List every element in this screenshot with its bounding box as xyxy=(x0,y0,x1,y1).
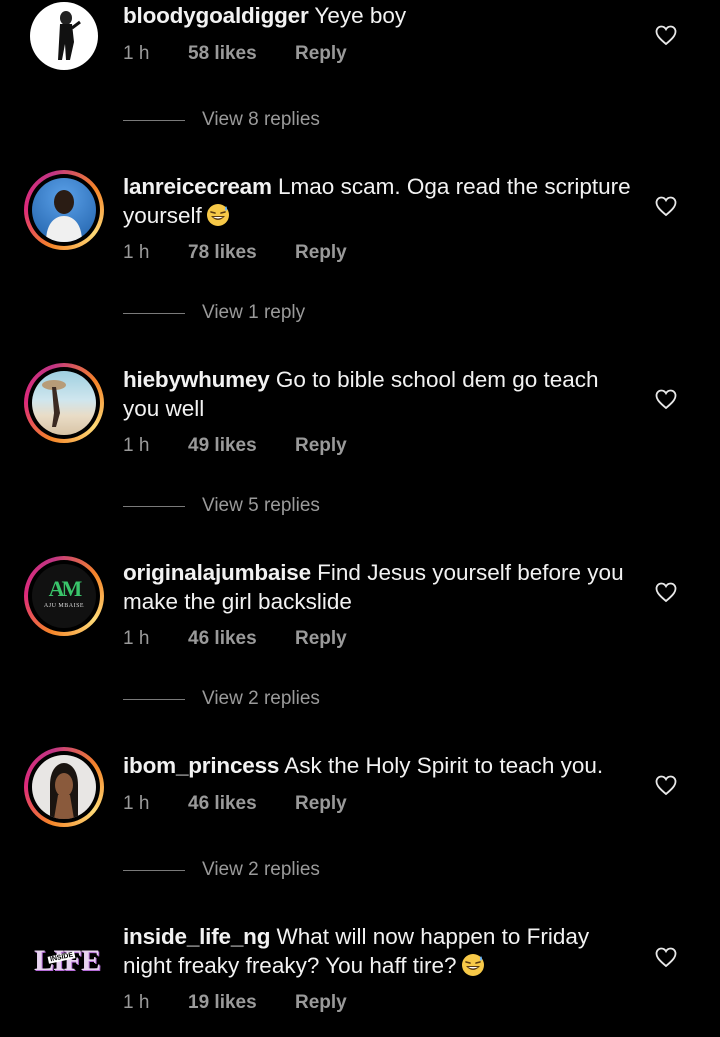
avatar-photo: LIFE INSIDE xyxy=(30,930,101,998)
comment-text: inside_life_ng What will now happen to F… xyxy=(123,923,633,980)
comment-time: 1 h xyxy=(123,43,150,64)
avatar[interactable] xyxy=(24,0,104,76)
view-replies-button[interactable]: View 2 replies xyxy=(123,688,320,710)
avatar-gap xyxy=(28,367,100,439)
divider xyxy=(123,119,185,121)
comment-likes[interactable]: 46 likes xyxy=(188,628,295,650)
heart-outline-icon[interactable] xyxy=(654,945,678,969)
avatar-photo: AM AJU MBAISE xyxy=(32,564,96,628)
comment-text: bloodygoaldigger Yeye boy xyxy=(123,2,633,31)
view-replies-label: View 8 replies xyxy=(202,109,320,130)
comment-username[interactable]: bloodygoaldigger xyxy=(123,3,309,28)
reply-button[interactable]: Reply xyxy=(295,43,347,65)
heart-outline-icon[interactable] xyxy=(654,387,678,411)
divider xyxy=(123,698,185,700)
comment-text: ibom_princess Ask the Holy Spirit to tea… xyxy=(123,752,633,781)
avatar[interactable]: AM AJU MBAISE xyxy=(24,556,104,636)
comment-likes[interactable]: 78 likes xyxy=(188,242,295,264)
view-replies-label: View 5 replies xyxy=(202,495,320,516)
heart-outline-icon[interactable] xyxy=(654,773,678,797)
grinning-sweat-emoji xyxy=(461,953,484,976)
avatar-gap xyxy=(28,174,100,246)
comment-meta: 1 h 46 likes Reply xyxy=(123,791,347,817)
comment-likes[interactable]: 46 likes xyxy=(188,793,295,815)
reply-button[interactable]: Reply xyxy=(295,628,347,650)
comment-likes[interactable]: 49 likes xyxy=(188,435,295,457)
comment-meta: 1 h 19 likes Reply xyxy=(123,990,347,1016)
heart-outline-icon[interactable] xyxy=(654,194,678,218)
comment-time: 1 h xyxy=(123,242,150,263)
view-replies-button[interactable]: View 8 replies xyxy=(123,109,320,131)
comment-text: hiebywhumey Go to bible school dem go te… xyxy=(123,366,633,423)
divider xyxy=(123,869,185,871)
reply-button[interactable]: Reply xyxy=(295,793,347,815)
comment-text: originalajumbaise Find Jesus yourself be… xyxy=(123,559,633,616)
comment-body: Ask the Holy Spirit to teach you. xyxy=(284,753,604,778)
comment-time: 1 h xyxy=(123,793,150,814)
avatar-gap xyxy=(28,751,100,823)
comment-text: lanreicecream Lmao scam. Oga read the sc… xyxy=(123,173,633,230)
avatar-photo xyxy=(32,371,96,435)
avatar-photo xyxy=(32,178,96,242)
avatar-logo: LIFE xyxy=(34,944,101,977)
avatar[interactable] xyxy=(24,363,104,443)
reply-button[interactable]: Reply xyxy=(295,435,347,457)
avatar-logo-sub: AJU MBAISE xyxy=(43,603,85,609)
comment-username[interactable]: lanreicecream xyxy=(123,174,272,199)
comment-likes[interactable]: 19 likes xyxy=(188,992,295,1014)
reply-button[interactable]: Reply xyxy=(295,242,347,264)
view-replies-button[interactable]: View 1 reply xyxy=(123,302,305,324)
grinning-sweat-emoji xyxy=(206,203,229,226)
avatar[interactable]: LIFE INSIDE xyxy=(24,924,104,1004)
view-replies-label: View 2 replies xyxy=(202,859,320,880)
comment-meta: 1 h 49 likes Reply xyxy=(123,433,347,459)
view-replies-button[interactable]: View 2 replies xyxy=(123,859,320,881)
comment-username[interactable]: ibom_princess xyxy=(123,753,279,778)
view-replies-label: View 2 replies xyxy=(202,688,320,709)
comment-username[interactable]: hiebywhumey xyxy=(123,367,270,392)
avatar-logo: AM xyxy=(48,576,83,601)
comment-meta: 1 h 46 likes Reply xyxy=(123,626,347,652)
comment-meta: 1 h 58 likes Reply xyxy=(123,41,347,67)
comment-username[interactable]: originalajumbaise xyxy=(123,560,311,585)
comment-time: 1 h xyxy=(123,628,150,649)
divider xyxy=(123,505,185,507)
comment-meta: 1 h 78 likes Reply xyxy=(123,240,347,266)
avatar[interactable] xyxy=(24,170,104,250)
heart-outline-icon[interactable] xyxy=(654,580,678,604)
view-replies-button[interactable]: View 5 replies xyxy=(123,495,320,517)
avatar-photo xyxy=(30,2,98,70)
comment-likes[interactable]: 58 likes xyxy=(188,43,295,65)
view-replies-label: View 1 reply xyxy=(202,302,306,323)
comment-body: Yeye boy xyxy=(314,3,407,28)
comment-time: 1 h xyxy=(123,992,150,1013)
reply-button[interactable]: Reply xyxy=(295,992,347,1014)
comment-username[interactable]: inside_life_ng xyxy=(123,924,270,949)
avatar-photo xyxy=(32,755,96,819)
comment-time: 1 h xyxy=(123,435,150,456)
heart-outline-icon[interactable] xyxy=(654,23,678,47)
divider xyxy=(123,312,185,314)
avatar-gap: AM AJU MBAISE xyxy=(28,560,100,632)
avatar[interactable] xyxy=(24,747,104,827)
